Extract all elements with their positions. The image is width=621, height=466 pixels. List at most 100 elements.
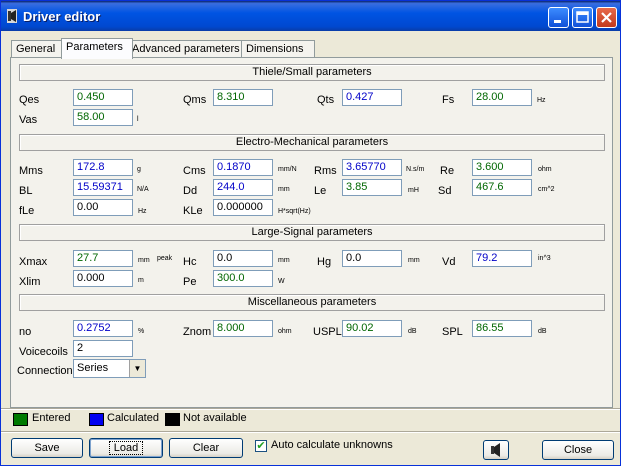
tab-general[interactable]: General: [11, 40, 67, 58]
maximize-icon: [576, 11, 589, 23]
field-vd[interactable]: 79.2: [472, 250, 532, 267]
field-dd[interactable]: 244.0: [213, 179, 273, 196]
field-qts[interactable]: 0.427: [342, 89, 402, 106]
field-fs[interactable]: 28.00: [472, 89, 532, 106]
load-button-label: Load: [108, 441, 144, 455]
label-xlim: Xlim: [19, 276, 41, 288]
clear-button[interactable]: Clear: [169, 438, 243, 458]
tab-dimensions[interactable]: Dimensions: [241, 40, 315, 58]
unit-fs: Hz: [537, 97, 546, 104]
speaker-icon: [7, 9, 17, 23]
section-header-thiele-small: Thiele/Small parameters: [19, 64, 605, 81]
field-qms[interactable]: 8.310: [213, 89, 273, 106]
connection-select[interactable]: Series ▼: [73, 359, 146, 378]
label-vd: Vd: [442, 256, 456, 268]
section-header-miscellaneous: Miscellaneous parameters: [19, 294, 605, 311]
unit-spl: dB: [538, 328, 547, 335]
window-title: Driver editor: [23, 9, 101, 24]
field-qes[interactable]: 0.450: [73, 89, 133, 106]
field-cms[interactable]: 0.1870: [213, 159, 273, 176]
close-button[interactable]: Close: [542, 440, 614, 460]
unit-vas: l: [137, 116, 139, 123]
label-hc: Hc: [183, 256, 197, 268]
auto-calculate-label: Auto calculate unknowns: [271, 439, 393, 451]
label-xmax: Xmax: [19, 256, 48, 268]
unit-vd: in^3: [538, 255, 551, 262]
label-qms: Qms: [183, 94, 207, 106]
label-kle: KLe: [183, 205, 203, 217]
label-connection: Connection: [17, 365, 73, 377]
label-hg: Hg: [317, 256, 332, 268]
unit-cms: mm/N: [278, 166, 297, 173]
unit-hg: mm: [408, 257, 420, 264]
field-sd[interactable]: 467.6: [472, 179, 532, 196]
legend-swatch-calculated: [89, 413, 104, 426]
unit-dd: mm: [278, 186, 290, 193]
auto-calculate-checkbox[interactable]: ✔: [255, 440, 267, 452]
field-voicecoils[interactable]: 2: [73, 340, 133, 357]
unit-fle: Hz: [138, 208, 147, 215]
tab-parameters[interactable]: Parameters: [61, 38, 133, 59]
field-mms[interactable]: 172.8: [73, 159, 133, 176]
legend-label-not-available: Not available: [183, 412, 247, 424]
maximize-button[interactable]: [572, 7, 593, 28]
minimize-button[interactable]: [548, 7, 569, 28]
field-re[interactable]: 3.600: [472, 159, 532, 176]
field-spl[interactable]: 86.55: [472, 320, 532, 337]
field-fle[interactable]: 0.00: [73, 199, 133, 216]
close-window-button[interactable]: [596, 7, 617, 28]
section-header-large-signal: Large-Signal parameters: [19, 224, 605, 241]
unit-hc: mm: [278, 257, 290, 264]
field-znom[interactable]: 8.000: [213, 320, 273, 337]
label-sd: Sd: [438, 185, 452, 197]
field-pe[interactable]: 300.0: [213, 270, 273, 287]
legend-label-calculated: Calculated: [107, 412, 159, 424]
label-uspl: USPL: [313, 326, 342, 338]
unit-xmax-peak: peak: [157, 255, 173, 262]
unit-xmax: mm: [138, 257, 150, 264]
field-hg[interactable]: 0.0: [342, 250, 402, 267]
label-fs: Fs: [442, 94, 455, 106]
label-znom: Znom: [183, 326, 212, 338]
button-separator: [1, 431, 620, 433]
chevron-down-icon[interactable]: ▼: [129, 360, 145, 377]
label-dd: Dd: [183, 185, 198, 197]
unit-le: mH: [408, 187, 419, 194]
label-spl: SPL: [442, 326, 463, 338]
field-hc[interactable]: 0.0: [213, 250, 273, 267]
field-xmax[interactable]: 27.7: [73, 250, 133, 267]
field-vas[interactable]: 58.00: [73, 109, 133, 126]
save-button[interactable]: Save: [11, 438, 83, 458]
label-no: no: [19, 326, 32, 338]
unit-mms: g: [137, 166, 141, 173]
label-cms: Cms: [183, 165, 206, 177]
legend-separator: [1, 408, 620, 410]
field-le[interactable]: 3.85: [342, 179, 402, 196]
driver-editor-window: Driver editor General Parameters Advance…: [0, 0, 621, 466]
unit-xlim: m: [138, 277, 144, 284]
field-uspl[interactable]: 90.02: [342, 320, 402, 337]
field-no[interactable]: 0.2752: [73, 320, 133, 337]
label-le: Le: [314, 185, 327, 197]
field-xlim[interactable]: 0.000: [73, 270, 133, 287]
label-mms: Mms: [19, 165, 43, 177]
field-kle[interactable]: 0.000000: [213, 199, 273, 216]
label-bl: BL: [19, 185, 33, 197]
legend-swatch-entered: [13, 413, 28, 426]
unit-pe: W: [278, 278, 285, 285]
speaker-button[interactable]: [483, 440, 509, 460]
field-bl[interactable]: 15.59371: [73, 179, 133, 196]
minimize-icon: [554, 20, 561, 23]
load-button[interactable]: Load: [89, 438, 163, 458]
label-vas: Vas: [19, 114, 38, 126]
legend-label-entered: Entered: [32, 412, 71, 424]
field-rms[interactable]: 3.65770: [342, 159, 402, 176]
close-icon: [601, 12, 612, 23]
tab-advanced-parameters[interactable]: Advanced parameters: [127, 40, 245, 58]
unit-znom: ohm: [278, 328, 292, 335]
legend-swatch-not-available: [165, 413, 180, 426]
unit-sd: cm^2: [538, 186, 555, 193]
label-pe: Pe: [183, 276, 197, 288]
title-bar[interactable]: Driver editor: [1, 1, 620, 31]
label-voicecoils: Voicecoils: [19, 346, 68, 358]
